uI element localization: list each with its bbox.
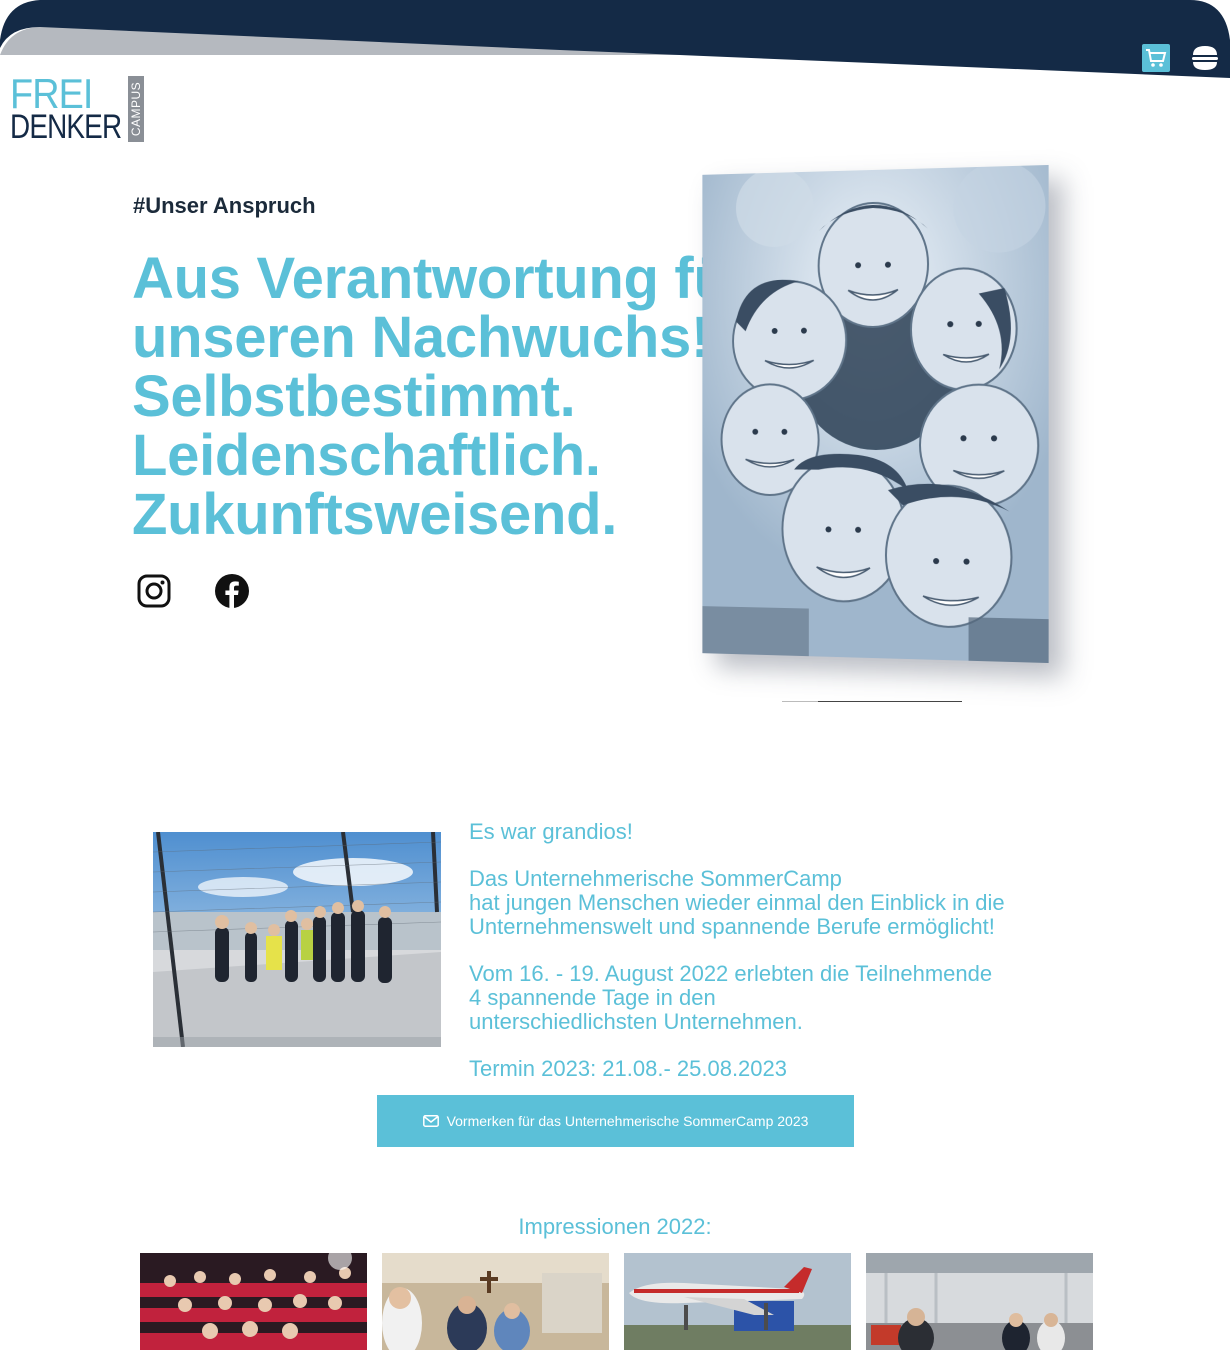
camp-date-block: Termin 2023: 21.08.- 25.08.2023 <box>469 1057 1089 1081</box>
camp-text-line: Unternehmenswelt und spannende Berufe er… <box>469 915 1089 939</box>
slider-indicator-active[interactable] <box>782 701 818 702</box>
hero-title-line: Selbstbestimmt. <box>132 367 772 426</box>
header-band <box>0 0 1230 90</box>
hero-eyebrow: #Unser Anspruch <box>133 193 316 219</box>
facebook-link[interactable] <box>214 573 250 609</box>
cart-icon <box>1145 48 1167 68</box>
camp-text-line: 4 spannende Tage in den <box>469 986 1089 1010</box>
impressions-gallery <box>140 1253 1093 1350</box>
sommercamp-register-button[interactable]: Vormerken für das Unternehmerische Somme… <box>377 1095 854 1147</box>
camp-text-line: Vom 16. - 19. August 2022 erlebten die T… <box>469 962 1089 986</box>
hero-title-line: Aus Verantwortung für <box>132 249 772 308</box>
cta-label: Vormerken für das Unternehmerische Somme… <box>447 1113 809 1129</box>
camp-paragraph-2: Vom 16. - 19. August 2022 erlebten die T… <box>469 962 1089 1034</box>
facebook-icon <box>214 573 250 609</box>
logo[interactable]: FREI DENKER CAMPUS <box>10 74 146 144</box>
camp-heading: Es war grandios! <box>469 820 1089 844</box>
impressions-title: Impressionen 2022: <box>0 1214 1230 1240</box>
gallery-image-cinema[interactable] <box>140 1253 367 1350</box>
gallery-image-hangar[interactable] <box>866 1253 1093 1350</box>
hero-title: Aus Verantwortung für unseren Nachwuchs!… <box>132 249 772 544</box>
sommercamp-text: Es war grandios! Das Unternehmerische So… <box>469 820 1089 1104</box>
camp-paragraph-1: Das Unternehmerische SommerCamp hat jung… <box>469 867 1089 939</box>
envelope-icon <box>423 1115 439 1127</box>
hero-title-line: Leidenschaftlich. <box>132 426 772 485</box>
camp-date: Termin 2023: 21.08.- 25.08.2023 <box>469 1057 1089 1081</box>
gallery-image-workshop[interactable] <box>382 1253 609 1350</box>
hero-title-line: Zukunftsweisend. <box>132 485 772 544</box>
camp-text-line: unterschiedlichsten Unternehmen. <box>469 1010 1089 1034</box>
instagram-link[interactable] <box>136 573 172 609</box>
logo-campus: CAMPUS <box>128 76 144 142</box>
camp-text-line: Das Unternehmerische SommerCamp <box>469 867 1089 891</box>
logo-denker: DENKER <box>10 110 121 144</box>
camp-text-line: hat jungen Menschen wieder einmal den Ei… <box>469 891 1089 915</box>
sommercamp-group-photo <box>153 832 441 1047</box>
instagram-icon <box>136 573 172 609</box>
menu-button[interactable] <box>1189 44 1221 72</box>
cart-button[interactable] <box>1142 44 1170 72</box>
hamburger-menu-icon <box>1190 45 1220 71</box>
camp-heading-block: Es war grandios! <box>469 820 1089 844</box>
gallery-image-airplane[interactable] <box>624 1253 851 1350</box>
hero-title-line: unseren Nachwuchs! <box>132 308 772 367</box>
hero-photo-kids-circle <box>702 165 1048 663</box>
